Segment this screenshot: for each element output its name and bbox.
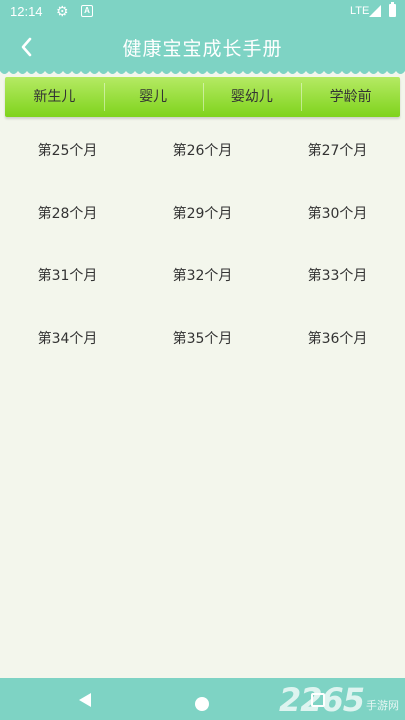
network-type: LTE — [350, 5, 370, 17]
month-item[interactable]: 第30个月 — [270, 183, 405, 246]
month-item[interactable]: 第33个月 — [270, 245, 405, 308]
gear-icon: ⚙ — [56, 3, 69, 19]
month-row: 第25个月 第26个月 第27个月 — [0, 120, 405, 183]
title-bar: 健康宝宝成长手册 — [0, 24, 405, 70]
month-item[interactable]: 第36个月 — [270, 308, 405, 371]
watermark-number: 2265 — [278, 681, 365, 719]
month-item[interactable]: 第26个月 — [135, 120, 270, 183]
month-item[interactable]: 第34个月 — [0, 308, 135, 371]
navigation-bar: 2265 手游网 — [0, 678, 405, 720]
page-title: 健康宝宝成长手册 — [122, 38, 283, 60]
month-item[interactable]: 第28个月 — [0, 183, 135, 246]
tab-toddler[interactable]: 婴幼儿 — [202, 77, 302, 117]
age-tabs: 新生儿 婴儿 婴幼儿 学龄前 — [5, 77, 400, 117]
month-row: 第34个月 第35个月 第36个月 — [0, 308, 405, 371]
tab-newborn[interactable]: 新生儿 — [5, 77, 104, 117]
tab-preschool[interactable]: 学龄前 — [301, 77, 400, 117]
back-triangle-icon[interactable] — [77, 692, 93, 708]
battery-icon — [389, 2, 396, 17]
month-row: 第28个月 第29个月 第30个月 — [0, 183, 405, 246]
a-icon: A — [81, 5, 93, 17]
month-row: 第31个月 第32个月 第33个月 — [0, 245, 405, 308]
status-time: 12:14 — [10, 4, 43, 19]
month-item[interactable]: 第32个月 — [135, 245, 270, 308]
status-bar: 12:14 ⚙ A LTE — [0, 0, 405, 24]
tab-infant[interactable]: 婴儿 — [103, 77, 203, 117]
watermark-text: 手游网 — [366, 699, 399, 712]
signal-icon — [369, 5, 381, 17]
home-circle-icon[interactable] — [195, 697, 209, 711]
month-item[interactable]: 第27个月 — [270, 120, 405, 183]
month-item[interactable]: 第31个月 — [0, 245, 135, 308]
scallop-divider — [0, 68, 405, 74]
month-item[interactable]: 第35个月 — [135, 308, 270, 371]
watermark-logo: 2265 手游网 — [279, 679, 399, 719]
month-item[interactable]: 第29个月 — [135, 183, 270, 246]
month-grid: 第25个月 第26个月 第27个月 第28个月 第29个月 第30个月 第31个… — [0, 120, 405, 370]
month-item[interactable]: 第25个月 — [0, 120, 135, 183]
